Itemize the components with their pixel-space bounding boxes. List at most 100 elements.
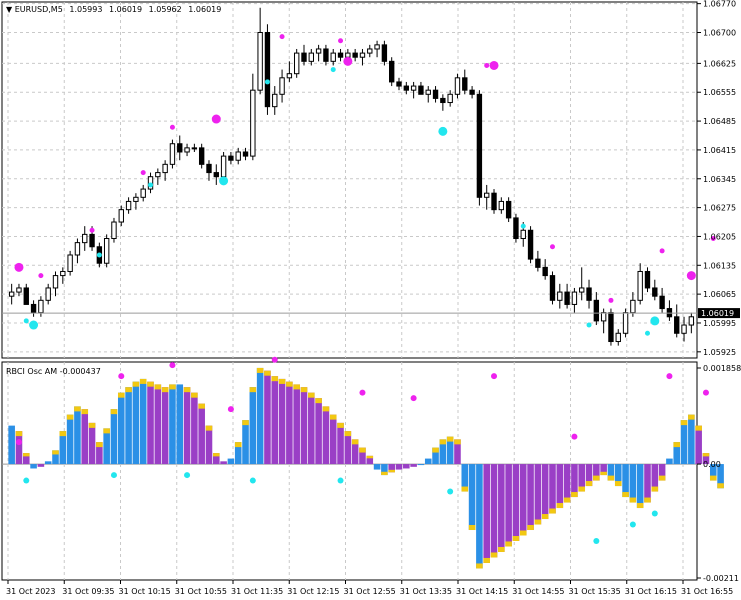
oscillator-bar-cap <box>81 409 89 415</box>
bear-candle <box>323 48 329 62</box>
bear-candle <box>469 89 475 95</box>
oscillator-bar-cap <box>622 492 629 498</box>
oscillator-bar-cap <box>300 387 308 393</box>
bear-candle <box>228 155 234 161</box>
oscillator-bar-cap <box>59 431 67 437</box>
cyan-signal-dot <box>330 67 336 73</box>
price-tick-label: 1.06700 <box>703 28 736 37</box>
oscillator-bar <box>490 464 498 558</box>
oscillator-bar-cap <box>607 475 615 481</box>
bear-candle <box>644 270 651 289</box>
bull-candle <box>688 316 695 326</box>
bull-candle <box>118 209 124 223</box>
oscillator-bar <box>337 422 344 465</box>
symbol-header: ▼ EURUSD,M5 1.05993 1.06019 1.05962 1.06… <box>6 5 221 14</box>
bear-candle <box>418 85 424 95</box>
oscillator-bar-cap <box>541 514 549 520</box>
bear-candle <box>198 147 205 165</box>
magenta-signal-dot <box>38 273 44 279</box>
oscillator-bar-cap <box>15 431 23 437</box>
cyan-signal-dot <box>586 322 592 328</box>
bull-candle <box>38 299 44 314</box>
oscillator-bar-cap <box>717 483 724 489</box>
oscillator-bar <box>198 403 205 465</box>
bear-candle <box>491 192 497 211</box>
oscillator-bar <box>468 464 476 531</box>
price-tick-label: 1.05925 <box>703 348 736 357</box>
oscillator-bar-cap <box>322 406 330 412</box>
osc-magenta-dot <box>666 373 673 380</box>
bear-candle <box>381 44 388 62</box>
oscillator-bar <box>271 376 279 465</box>
oscillator-bar-cap <box>651 486 659 492</box>
magenta-signal-dot-large <box>14 262 24 272</box>
oscillator-bar-cap <box>22 453 30 457</box>
bull-candle <box>286 73 293 79</box>
bear-candle <box>659 295 665 310</box>
oscillator-bar-cap <box>629 497 637 503</box>
time-tick-label: 31 Oct 11:35 <box>231 587 283 596</box>
oscillator-bar-cap <box>337 422 344 428</box>
cyan-signal-dot-large <box>29 320 39 330</box>
bull-candle <box>133 196 139 202</box>
bull-candle <box>250 89 256 157</box>
oscillator-bar <box>688 414 695 465</box>
oscillator-bar-cap <box>264 370 271 376</box>
oscillator-bar-cap <box>519 530 527 536</box>
bull-candle <box>345 52 351 58</box>
cyan-signal-dot <box>520 223 526 229</box>
oscillator-bar <box>695 425 702 465</box>
oscillator-bar <box>417 464 425 466</box>
oscillator-bar <box>680 420 688 465</box>
bull-candle <box>52 275 59 289</box>
oscillator-bar-cap <box>198 403 205 409</box>
oscillator-bar <box>483 464 490 563</box>
osc-cyan-dot <box>337 477 344 484</box>
bull-candle <box>571 291 578 305</box>
bear-candle <box>403 85 410 91</box>
oscillator-bar-cap <box>709 475 717 481</box>
price-tick-label: 1.06275 <box>703 204 736 213</box>
header-close: 1.06019 <box>188 5 221 14</box>
price-tick-label: 1.06065 <box>703 290 736 299</box>
bear-candle <box>264 31 271 108</box>
oscillator-bar-cap <box>249 387 257 393</box>
header-low: 1.05962 <box>149 5 182 14</box>
oscillator-bar <box>81 409 89 465</box>
oscillator-bar <box>191 392 198 465</box>
osc-cyan-dot <box>593 537 600 544</box>
bear-candle <box>652 287 658 297</box>
magenta-signal-dot <box>89 227 95 233</box>
oscillator-bar-cap <box>490 552 498 558</box>
oscillator-bar-cap <box>278 378 286 384</box>
bear-candle <box>440 97 446 104</box>
bull-candle <box>330 52 336 62</box>
bull-candle <box>257 31 263 91</box>
oscillator-bar-cap <box>366 455 374 459</box>
oscillator-bar <box>30 464 37 469</box>
bull-candle <box>681 324 687 334</box>
cyan-signal-dot <box>96 252 102 258</box>
osc-magenta-dot <box>359 389 366 396</box>
magenta-signal-dot-large <box>211 114 221 124</box>
magenta-signal-dot <box>279 34 285 40</box>
osc-tick-label: 0.00 <box>703 460 721 469</box>
cyan-signal-dot <box>644 330 650 336</box>
oscillator-bar-cap <box>527 525 534 531</box>
time-tick-label: 31 Oct 14:55 <box>512 587 564 596</box>
bull-candle <box>484 192 490 198</box>
oscillator-bar <box>220 461 227 465</box>
indicator-panel-frame <box>1 361 698 581</box>
bull-candle <box>220 155 227 178</box>
y-axis-ticks: 1.06770 1.06700 1.06625 1.06555 1.06485 1.064… <box>697 0 741 583</box>
oscillator-bar-cap <box>505 541 512 547</box>
bear-candle <box>242 151 249 157</box>
oscillator-bar <box>395 464 403 470</box>
bear-candle <box>389 60 395 83</box>
oscillator-bar-cap <box>74 406 81 412</box>
oscillator-bar-cap <box>556 503 564 509</box>
osc-cyan-dot <box>249 477 256 484</box>
oscillator-bar-cap <box>680 420 688 426</box>
time-tick-label: 31 Oct 13:35 <box>400 587 452 596</box>
oscillator-bar <box>512 464 520 541</box>
